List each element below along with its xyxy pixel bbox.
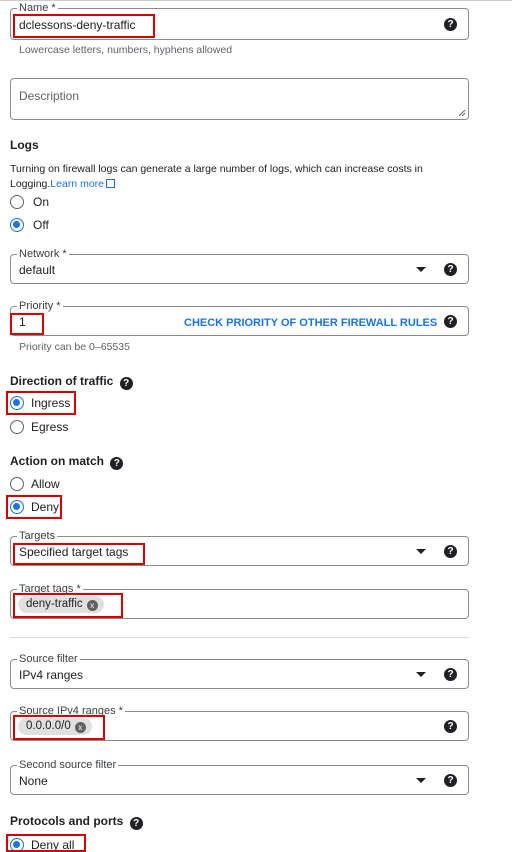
protocols-title: Protocols and ports ? — [10, 814, 143, 830]
priority-label: Priority * — [17, 299, 63, 313]
chevron-down-icon[interactable] — [416, 549, 426, 554]
help-icon[interactable]: ? — [119, 377, 133, 390]
description-textarea[interactable]: Description — [10, 78, 469, 120]
range-chip: 0.0.0.0/0 x — [18, 718, 92, 735]
target-tags-label: Target tags * — [17, 582, 83, 596]
external-link-icon — [106, 179, 115, 188]
help-icon[interactable]: ? — [444, 18, 457, 31]
second-source-label: Second source filter — [17, 758, 119, 772]
deny-label: Deny — [31, 500, 60, 514]
allow-radio[interactable] — [10, 477, 24, 491]
ingress-radio[interactable] — [10, 396, 24, 410]
chevron-down-icon[interactable] — [416, 672, 426, 677]
check-priority-link[interactable]: CHECK PRIORITY OF OTHER FIREWALL RULES — [184, 315, 437, 331]
action-title: Action on match ? — [10, 454, 124, 470]
chevron-down-icon[interactable] — [416, 778, 426, 783]
source-ranges-label: Source IPv4 ranges * — [17, 704, 125, 718]
help-icon[interactable]: ? — [444, 263, 457, 276]
direction-title: Direction of traffic ? — [10, 374, 133, 390]
logs-description: Turning on firewall logs can generate a … — [10, 162, 450, 192]
logs-off-label: Off — [33, 218, 49, 232]
tag-chip: deny-traffic x — [18, 596, 104, 613]
name-field[interactable]: Name * dclessons-deny-traffic ? — [10, 1, 469, 40]
section-divider — [10, 637, 469, 638]
resize-handle-icon[interactable] — [458, 109, 466, 117]
network-value: default — [19, 263, 56, 277]
logs-on-radio[interactable] — [10, 195, 24, 209]
allow-label: Allow — [31, 477, 60, 491]
name-value: dclessons-deny-traffic — [19, 18, 136, 32]
action-title-text: Action on match — [10, 454, 105, 468]
target-tags-field[interactable]: Target tags * deny-traffic x — [10, 582, 469, 619]
second-source-select[interactable]: Second source filter None ? — [10, 758, 469, 795]
chevron-down-icon[interactable] — [416, 267, 426, 272]
targets-select[interactable]: Targets Specified target tags ? — [10, 529, 469, 566]
help-icon[interactable]: ? — [110, 457, 124, 470]
source-filter-label: Source filter — [17, 652, 80, 666]
name-hint: Lowercase letters, numbers, hyphens allo… — [19, 44, 233, 56]
source-ranges-field[interactable]: Source IPv4 ranges * 0.0.0.0/0 x ? — [10, 704, 469, 741]
egress-label: Egress — [31, 420, 69, 434]
help-icon[interactable]: ? — [444, 774, 457, 787]
priority-hint: Priority can be 0–65535 — [19, 341, 130, 353]
second-source-value: None — [19, 774, 48, 788]
chip-remove-icon[interactable]: x — [74, 722, 86, 733]
deny-all-label: Deny all — [31, 838, 75, 852]
name-label: Name * — [17, 1, 58, 15]
learn-more-link[interactable]: Learn more — [50, 178, 104, 190]
logs-title: Logs — [10, 138, 39, 152]
help-icon[interactable]: ? — [129, 817, 143, 830]
help-icon[interactable]: ? — [444, 545, 457, 558]
chip-remove-icon[interactable]: x — [86, 600, 98, 611]
logs-off-radio[interactable] — [10, 218, 24, 232]
help-icon[interactable]: ? — [444, 720, 457, 733]
targets-label: Targets — [17, 529, 58, 543]
logs-on-label: On — [33, 195, 50, 209]
top-divider — [0, 0, 512, 1]
deny-all-radio[interactable] — [10, 838, 24, 852]
source-filter-value: IPv4 ranges — [19, 668, 84, 682]
protocols-title-text: Protocols and ports — [10, 814, 124, 828]
network-label: Network * — [17, 247, 69, 261]
network-select[interactable]: Network * default ? — [10, 247, 469, 284]
targets-value: Specified target tags — [19, 545, 129, 559]
priority-field[interactable]: Priority * 1 CHECK PRIORITY OF OTHER FIR… — [10, 299, 469, 336]
description-placeholder: Description — [19, 89, 80, 103]
help-icon[interactable]: ? — [444, 668, 457, 681]
tag-chip-text: deny-traffic — [26, 598, 83, 610]
deny-radio[interactable] — [10, 500, 24, 514]
range-chip-text: 0.0.0.0/0 — [26, 720, 71, 732]
source-filter-select[interactable]: Source filter IPv4 ranges ? — [10, 652, 469, 689]
egress-radio[interactable] — [10, 420, 24, 434]
direction-title-text: Direction of traffic — [10, 374, 114, 388]
priority-value: 1 — [19, 315, 26, 329]
help-icon[interactable]: ? — [444, 315, 457, 328]
ingress-label: Ingress — [31, 396, 71, 410]
